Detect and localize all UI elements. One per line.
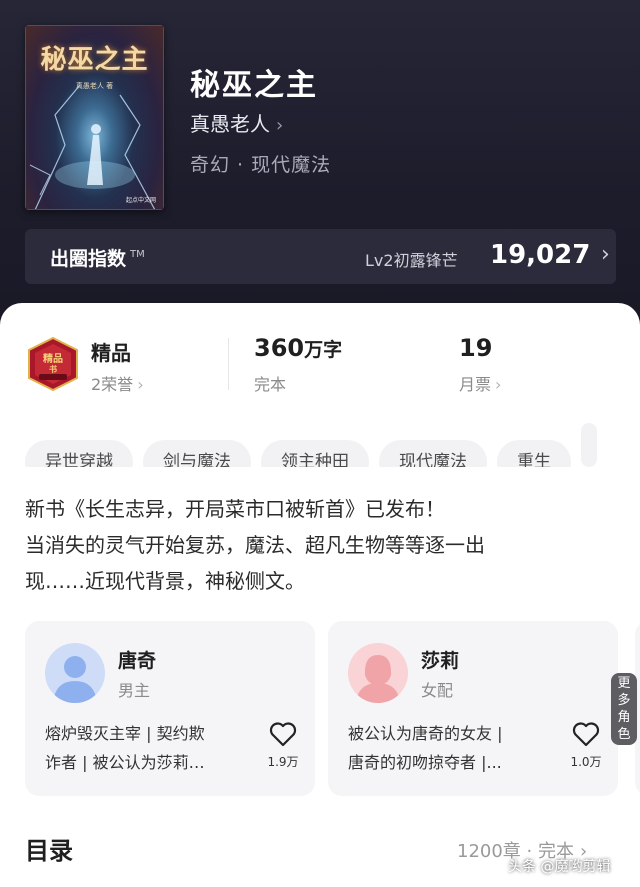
- character-carousel: 唐奇 男主 熔炉毁灭主宰 | 契约欺 诈者 | 被公认为莎莉… 1.9万 莎莉 …: [25, 621, 640, 796]
- character-card[interactable]: 莎莉 女配 被公认为唐奇的女友 | 唐奇的初吻掠夺者 |... 1.0万: [328, 621, 618, 796]
- avatar: [348, 643, 408, 703]
- like-button[interactable]: 1.0万: [568, 721, 604, 770]
- heart-icon: [269, 722, 297, 747]
- tag-chip[interactable]: 剑与魔法: [143, 440, 251, 467]
- index-level: Lv2初露锋芒: [365, 251, 458, 270]
- character-description: 被公认为唐奇的女友 | 唐奇的初吻掠夺者 |...: [348, 724, 503, 772]
- like-count: 1.0万: [570, 755, 602, 769]
- avatar: [45, 643, 105, 703]
- like-count: 1.9万: [267, 755, 299, 769]
- male-avatar-icon: [45, 643, 105, 703]
- divider: [228, 338, 229, 390]
- honors-link[interactable]: 2荣誉 ›: [91, 371, 144, 395]
- character-description: 熔炉毁灭主宰 | 契约欺 诈者 | 被公认为莎莉…: [45, 724, 205, 772]
- book-status: 完本: [254, 375, 287, 394]
- heart-icon: [572, 722, 600, 747]
- monthly-votes-link[interactable]: 月票 ›: [459, 371, 501, 395]
- word-count: 360万字: [254, 334, 343, 362]
- cover-title: 秘巫之主: [40, 45, 149, 75]
- chevron-right-icon: ›: [495, 375, 502, 394]
- index-value: 19,027: [490, 240, 591, 270]
- tag-chip[interactable]: 重生: [497, 440, 571, 467]
- chevron-right-icon: ›: [601, 242, 610, 267]
- description-line: 新书《长生志异，开局菜市口被斩首》已发布！: [25, 497, 445, 521]
- chevron-right-icon: ›: [276, 115, 284, 136]
- book-title: 秘巫之主: [190, 68, 318, 103]
- author-name: 真愚老人: [190, 112, 270, 136]
- cover-author: 真愚老人 著: [75, 82, 114, 90]
- description-line: 当消失的灵气开始复苏，魔法、超凡生物等等逐一出: [25, 533, 485, 557]
- watermark: 头条 @魔哟剪辑: [508, 859, 611, 875]
- character-role: 女配: [421, 681, 454, 700]
- book-genre: 奇幻 · 现代魔法: [190, 154, 332, 176]
- more-characters-button[interactable]: 更 多 角 色: [611, 673, 637, 745]
- quality-badge-icon[interactable]: 精品 书: [25, 336, 81, 392]
- tag-chip[interactable]: 异世穿越: [25, 440, 133, 467]
- monthly-votes-count: 19: [459, 334, 493, 362]
- tag-chip-partial[interactable]: [581, 423, 597, 467]
- book-header: 秘巫之主 真愚老人 著 起点中文网 秘巫之主 真愚老人 › 奇幻 · 现代魔法 出…: [0, 0, 640, 330]
- book-detail-sheet: 精品 书 精品 2荣誉 › 360万字 完本 19 月票 › 异世穿越 剑与魔法 领主种…: [0, 303, 640, 887]
- author-link[interactable]: 真愚老人 ›: [190, 108, 283, 137]
- female-avatar-icon: [348, 643, 408, 703]
- tag-list: 异世穿越 剑与魔法 领主种田 现代魔法 重生: [25, 423, 640, 467]
- chevron-right-icon: ›: [137, 375, 144, 394]
- description-line: 现……近现代背景，神秘侧文。: [25, 569, 305, 593]
- tag-chip[interactable]: 领主种田: [261, 440, 369, 467]
- toc-title: 目录: [25, 837, 73, 865]
- character-card[interactable]: 唐奇 男主 熔炉毁灭主宰 | 契约欺 诈者 | 被公认为莎莉… 1.9万: [25, 621, 315, 796]
- book-description[interactable]: 新书《长生志异，开局菜市口被斩首》已发布！ 当消失的灵气开始复苏，魔法、超凡生物…: [25, 491, 615, 599]
- character-name: 唐奇: [118, 650, 157, 672]
- book-cover[interactable]: 秘巫之主 真愚老人 著 起点中文网: [25, 25, 164, 210]
- quality-title: 精品: [91, 341, 131, 365]
- cover-publisher: 起点中文网: [125, 197, 156, 204]
- index-label: 出圈指数 TM: [50, 248, 145, 270]
- trademark: TM: [130, 249, 145, 260]
- character-role: 男主: [118, 681, 151, 700]
- svg-text:书: 书: [49, 364, 57, 374]
- like-button[interactable]: 1.9万: [265, 721, 301, 770]
- popularity-index-bar[interactable]: 出圈指数 TM Lv2初露锋芒 19,027 ›: [25, 229, 616, 284]
- character-name: 莎莉: [421, 650, 460, 672]
- tag-chip[interactable]: 现代魔法: [379, 440, 487, 467]
